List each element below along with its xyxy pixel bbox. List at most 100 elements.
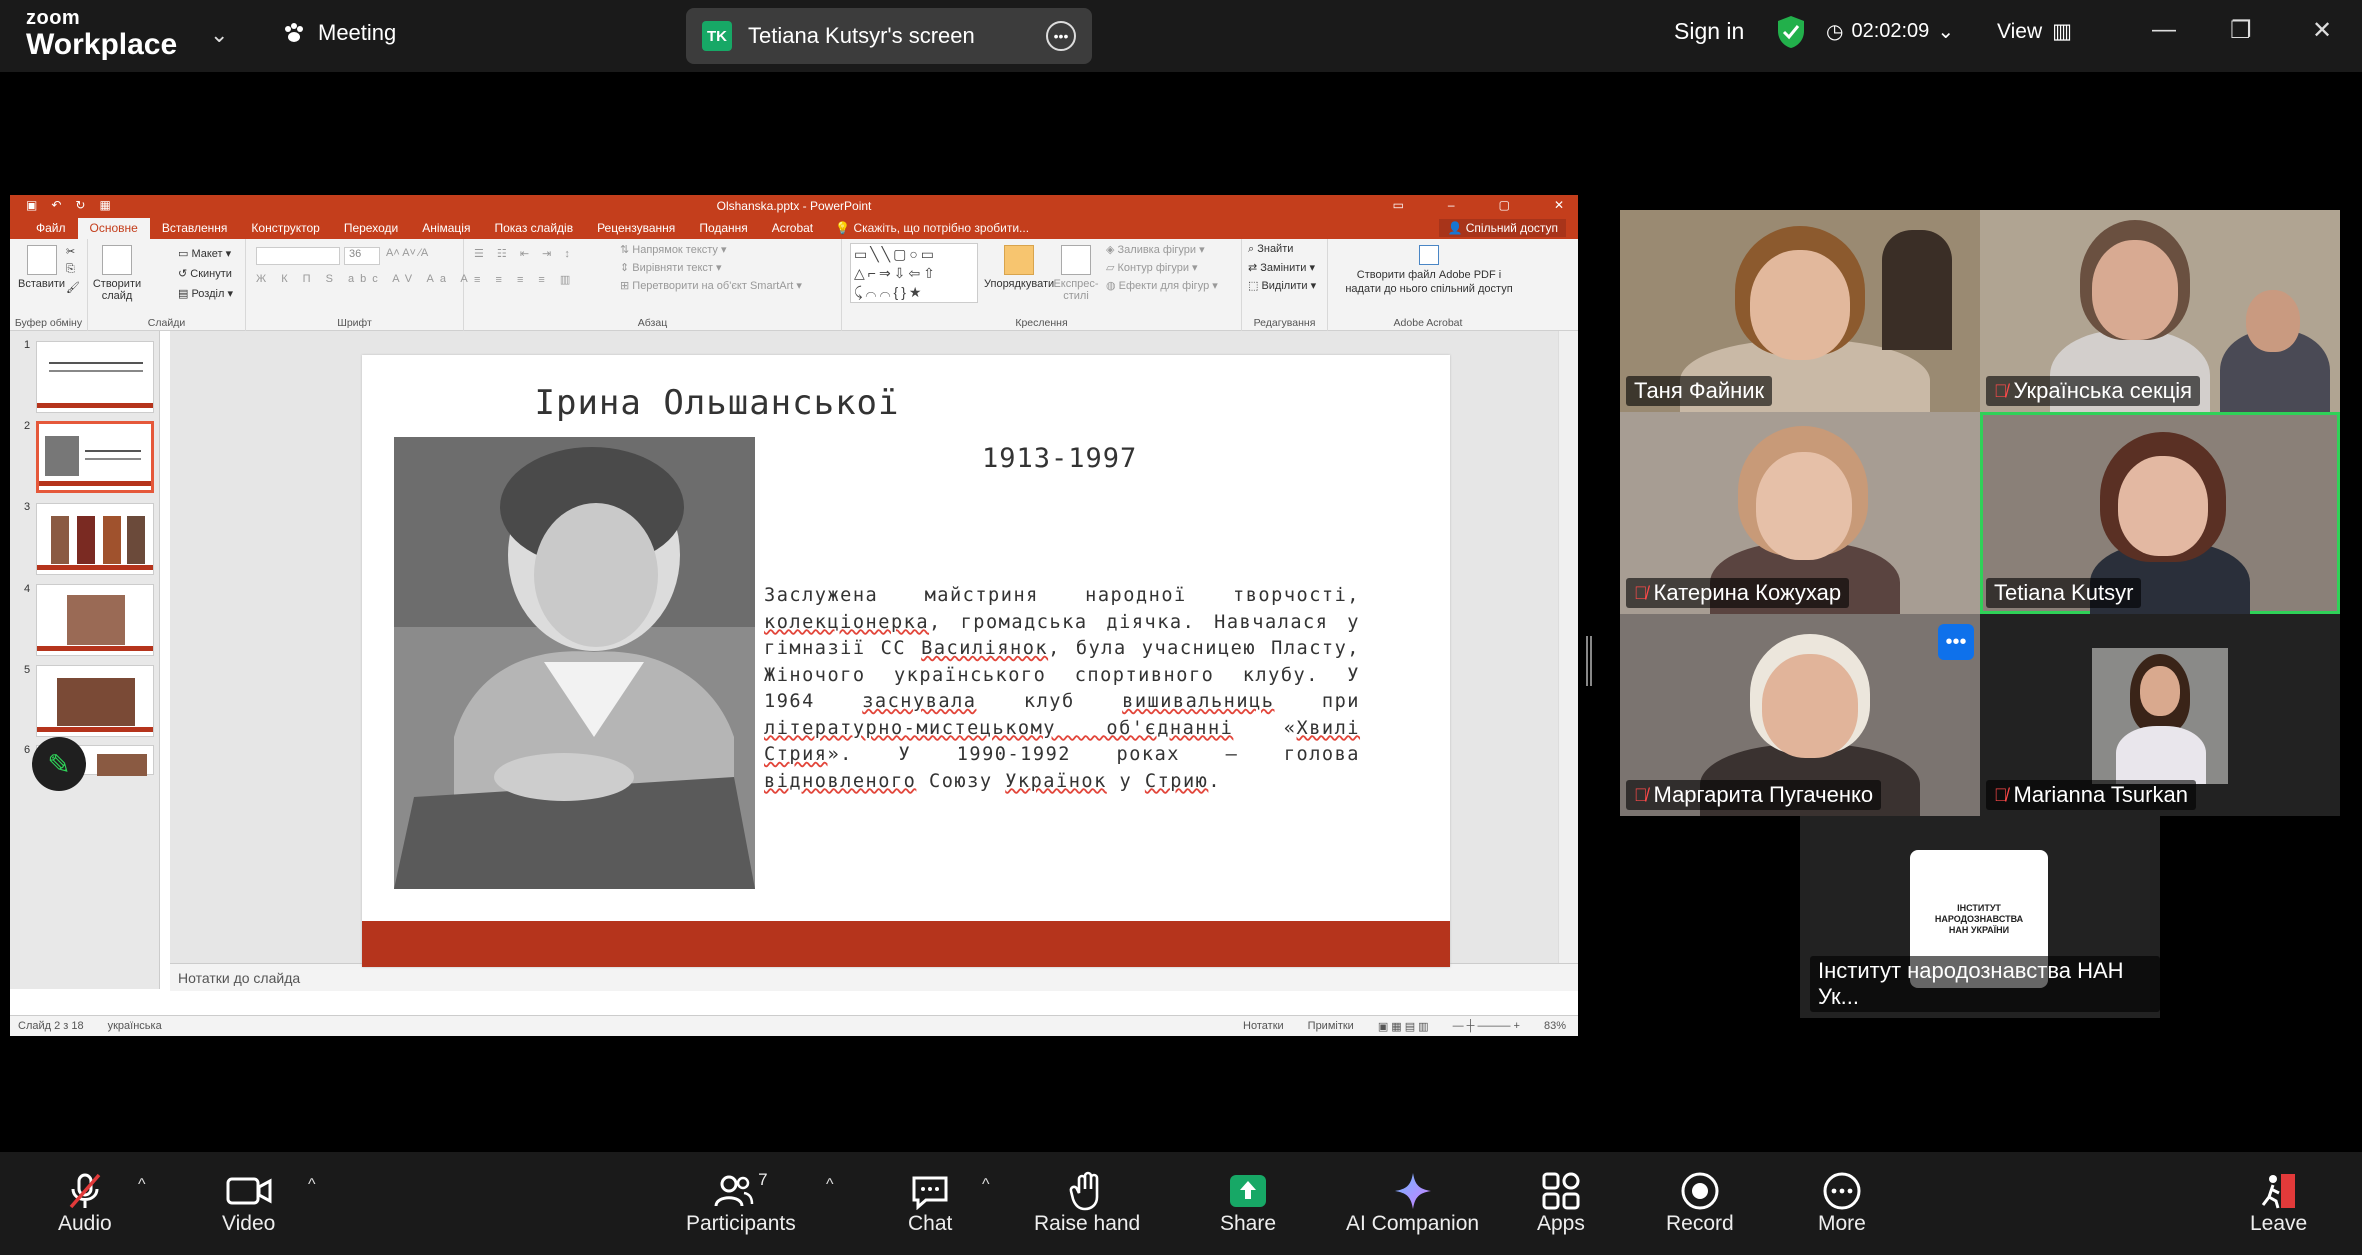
ppt-ribbon-display-icon[interactable]: ▭ <box>1393 198 1404 212</box>
share-options-icon[interactable]: ••• <box>1046 21 1076 51</box>
participant-tile[interactable]: 🎙̸ Marianna Tsurkan <box>1980 614 2340 816</box>
current-slide[interactable]: Ірина Ольшанської 1913-1997 Заслужена ма… <box>362 355 1450 967</box>
new-slide-button[interactable]: Створити слайд <box>92 245 142 302</box>
replace-button[interactable]: ⇄ Замінити ▾ <box>1248 261 1315 274</box>
participant-tile-active-speaker[interactable]: Tetiana Kutsyr <box>1980 412 2340 614</box>
screen-share-indicator[interactable]: TK Tetiana Kutsyr's screen ••• <box>686 8 1092 64</box>
zoom-slider[interactable]: — ┼ ——— + <box>1453 1020 1520 1032</box>
shape-fill-button[interactable]: ◈ Заливка фігури ▾ <box>1106 243 1205 256</box>
ppt-maximize-icon[interactable]: ▢ <box>1499 198 1510 212</box>
annotate-pen-icon[interactable]: ✎ <box>32 737 86 791</box>
timer-value: 02:02:09 <box>1851 20 1930 42</box>
meeting-timer[interactable]: ◷ 02:02:09 ⌄ <box>1826 19 1954 44</box>
slide-thumbnail-5[interactable] <box>36 665 154 737</box>
view-mode-icons[interactable]: ▣ ▦ ▤ ▥ <box>1378 1020 1429 1033</box>
ppt-tell-me-search[interactable]: 💡 Скажіть, що потрібно зробити... <box>825 218 1039 239</box>
list-buttons[interactable]: ☰ ☷ ⇤ ⇥ ↕ <box>474 247 575 260</box>
slides-group-label: Слайди <box>147 317 186 329</box>
shapes-gallery[interactable]: ▭╲╲▢○▭ △⌐⇒⇩⇦⇧ ⤹⌒⌒{}★ <box>850 243 978 303</box>
participant-more-options-icon[interactable]: ••• <box>1938 624 1974 660</box>
slide-thumbnail-3[interactable] <box>36 503 154 575</box>
ppt-tab-slideshow[interactable]: Показ слайдів <box>482 218 585 239</box>
body-text-run: Українок <box>1005 770 1107 792</box>
ppt-tab-acrobat[interactable]: Acrobat <box>760 218 825 239</box>
encryption-shield-icon[interactable] <box>1776 14 1806 50</box>
format-painter-icon[interactable]: 🖌 <box>66 281 80 294</box>
font-name-input[interactable] <box>256 247 340 265</box>
ppt-window-title: Olshanska.pptx - PowerPoint <box>716 199 872 213</box>
zoom-level[interactable]: 83% <box>1544 1020 1566 1032</box>
meeting-info-button[interactable]: Meeting <box>282 20 396 46</box>
ppt-tab-animations[interactable]: Анімація <box>410 218 482 239</box>
restore-icon[interactable]: ❐ <box>2230 16 2252 45</box>
align-buttons[interactable]: ≡ ≡ ≡ ≡ ▥ <box>474 273 576 286</box>
ppt-share-button[interactable]: 👤 Спільний доступ <box>1439 219 1566 237</box>
ppt-tab-review[interactable]: Рецензування <box>585 218 687 239</box>
notes-pane[interactable]: Нотатки до слайда <box>170 963 1578 991</box>
chat-options-caret-icon[interactable]: ^ <box>982 1176 990 1194</box>
close-icon[interactable]: ✕ <box>2312 16 2332 45</box>
find-button[interactable]: ⌕ Знайти <box>1248 243 1293 256</box>
grow-font-icon[interactable]: A˄ A˅ ⁄A <box>386 247 428 259</box>
more-button[interactable]: More <box>1818 1170 1866 1236</box>
leave-button[interactable]: Leave <box>2250 1170 2307 1236</box>
participant-tile[interactable]: 🎙̸ Катерина Кожухар <box>1620 412 1980 614</box>
font-style-buttons[interactable]: Ж К П S abc AV Aa A <box>256 273 474 285</box>
ai-companion-button[interactable]: AI Companion <box>1346 1170 1479 1236</box>
ppt-tab-transitions[interactable]: Переходи <box>332 218 410 239</box>
participants-options-caret-icon[interactable]: ^ <box>826 1176 834 1194</box>
ppt-tab-design[interactable]: Конструктор <box>239 218 331 239</box>
ppt-tab-view[interactable]: Подання <box>687 218 759 239</box>
audio-button[interactable]: Audio <box>58 1170 112 1236</box>
slide-vertical-scrollbar[interactable] <box>1558 331 1578 963</box>
participant-tile[interactable]: 🎙̸ Українська секція <box>1980 210 2340 412</box>
paste-button[interactable]: Вставити <box>18 245 65 290</box>
select-button[interactable]: ⬚ Виділити ▾ <box>1248 279 1316 292</box>
chat-button[interactable]: Chat <box>908 1170 952 1236</box>
acrobat-pdf-button[interactable]: Створити файл Adobe PDF і надати до ньог… <box>1344 245 1514 296</box>
ppt-tab-file[interactable]: Файл <box>24 218 78 239</box>
arrange-button[interactable]: Упорядкувати <box>984 245 1054 290</box>
app-menu-chevron-icon[interactable]: ⌄ <box>210 22 228 48</box>
notes-toggle-button[interactable]: Нотатки <box>1243 1020 1284 1032</box>
cut-icon[interactable]: ✂ <box>66 245 75 258</box>
text-direction-button[interactable]: ⇅ Напрямок тексту ▾ <box>620 243 727 256</box>
align-text-button[interactable]: ⇕ Вирівняти текст ▾ <box>620 261 722 274</box>
font-size-input[interactable]: 36 <box>344 247 380 265</box>
raise-hand-button[interactable]: Raise hand <box>1034 1170 1140 1236</box>
slide-thumbnail-1[interactable] <box>36 341 154 413</box>
ppt-close-icon[interactable]: ✕ <box>1554 198 1564 212</box>
thumb-garment <box>51 516 69 564</box>
slide-thumbnail-2[interactable] <box>36 421 154 493</box>
participant-tile[interactable]: ІНСТИТУТ НАРОДОЗНАВСТВА НАН УКРАЇНИ Інст… <box>1800 816 2160 1018</box>
ppt-tab-insert[interactable]: Вставлення <box>150 218 240 239</box>
comments-toggle-button[interactable]: Примітки <box>1308 1020 1354 1032</box>
quick-styles-button[interactable]: Експрес-стилі <box>1053 245 1099 302</box>
ppt-minimize-icon[interactable]: – <box>1448 198 1455 212</box>
participants-button[interactable]: 7 Participants <box>686 1170 796 1236</box>
ppt-tab-home[interactable]: Основне <box>77 218 150 239</box>
minimize-icon[interactable]: — <box>2152 16 2176 44</box>
copy-icon[interactable]: ⎘ <box>66 263 75 276</box>
paste-label: Вставити <box>18 278 66 290</box>
split-view-handle[interactable] <box>1586 636 1592 686</box>
sign-in-button[interactable]: Sign in <box>1674 18 1744 45</box>
record-button[interactable]: Record <box>1666 1170 1734 1236</box>
participant-tile[interactable]: Таня Файник <box>1620 210 1980 412</box>
apps-button[interactable]: Apps <box>1537 1170 1585 1236</box>
view-button[interactable]: View ▥ <box>1997 19 2072 44</box>
video-options-caret-icon[interactable]: ^ <box>308 1176 316 1194</box>
video-button[interactable]: Video <box>222 1170 275 1236</box>
reset-button[interactable]: ↺ Скинути <box>178 267 232 280</box>
language-indicator[interactable]: українська <box>108 1020 162 1032</box>
shape-outline-button[interactable]: ▱ Контур фігури ▾ <box>1106 261 1198 274</box>
section-button[interactable]: ▤ Розділ ▾ <box>178 287 233 300</box>
smartart-button[interactable]: ⊞ Перетворити на об'єкт SmartArt ▾ <box>620 279 802 292</box>
participant-tile[interactable]: 🎙̸ Маргарита Пугаченко <box>1620 614 1980 816</box>
shape-effects-button[interactable]: ◍ Ефекти для фігур ▾ <box>1106 279 1218 292</box>
audio-options-caret-icon[interactable]: ^ <box>138 1176 146 1194</box>
layout-button[interactable]: ▭ Макет ▾ <box>178 247 231 260</box>
share-button[interactable]: Share <box>1220 1170 1276 1236</box>
muted-mic-icon: 🎙̸ <box>1994 380 2008 401</box>
slide-thumbnail-4[interactable] <box>36 584 154 656</box>
